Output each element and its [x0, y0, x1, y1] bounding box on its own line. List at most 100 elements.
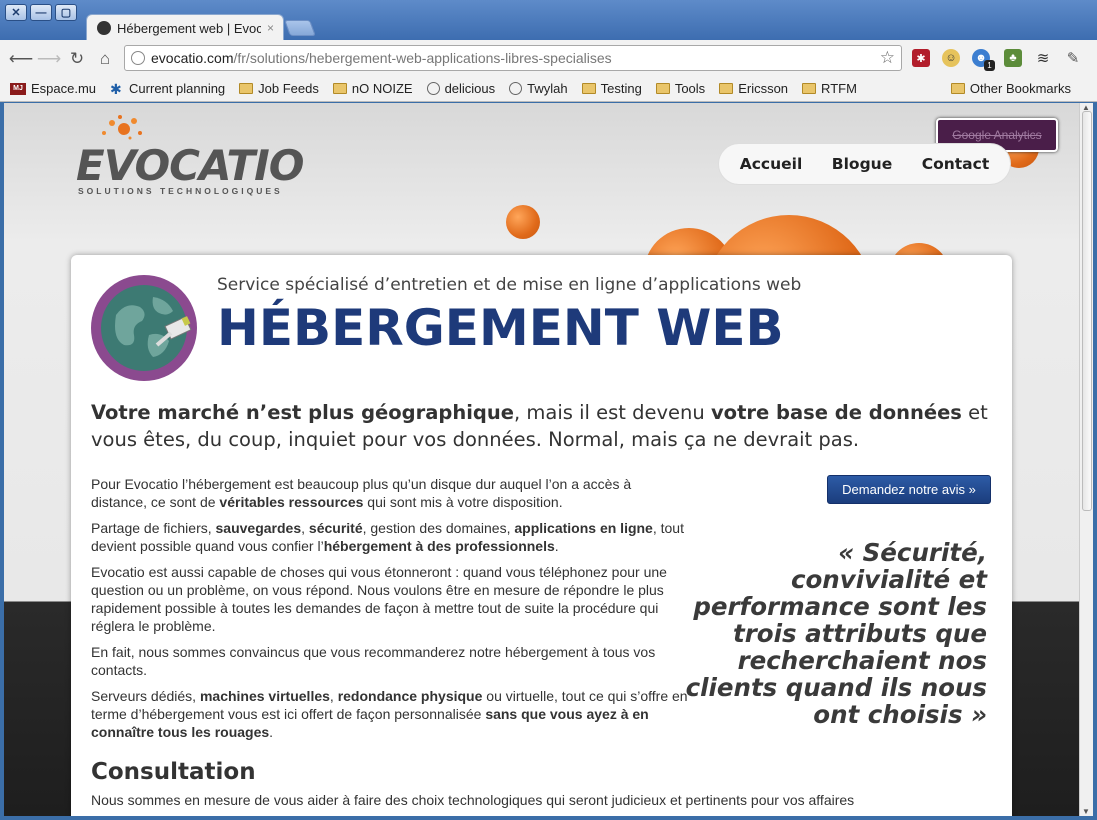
bookmark-espace[interactable]: MJ Espace.mu [10, 81, 96, 96]
lead-bold: Votre marché n’est plus géographique [91, 401, 514, 424]
bookmark-star-icon[interactable]: ☆ [880, 48, 895, 68]
text: qui sont mis à votre disposition. [363, 494, 563, 510]
bookmark-label: Job Feeds [258, 81, 319, 96]
bookmark-label: Ericsson [738, 81, 789, 96]
bookmark-label: nO NOIZE [351, 81, 413, 96]
page-viewport: EVOCATIO SOLUTIONS TECHNOLOGIQUES Google… [4, 103, 1079, 816]
bookmark-delicious[interactable]: delicious [426, 81, 496, 96]
bookmark-rtfm[interactable]: RTFM [802, 81, 857, 96]
nav-accueil[interactable]: Accueil [740, 155, 803, 173]
lead-bold: votre base de données [710, 401, 962, 424]
bookmarks-bar: MJ Espace.mu ✱ Current planning Job Feeds … [0, 76, 1097, 102]
pull-quote: « Sécurité, convivialité et performance … [685, 538, 987, 729]
window-close-button[interactable]: ✕ [5, 4, 27, 21]
other-bookmarks[interactable]: Other Bookmarks [950, 81, 1071, 96]
site-logo[interactable]: EVOCATIO SOLUTIONS TECHNOLOGIQUES [76, 115, 304, 196]
bold-text: redondance physique [337, 688, 483, 704]
bookmark-testing[interactable]: Testing [581, 81, 642, 96]
text: , [301, 520, 309, 536]
scroll-down-icon[interactable]: ▼ [1082, 807, 1090, 816]
mj-icon: MJ [10, 82, 26, 95]
bookmark-label: Current planning [129, 81, 226, 96]
text: , [329, 688, 338, 704]
bookmark-current-planning[interactable]: ✱ Current planning [110, 81, 225, 96]
text: . [269, 724, 274, 740]
page-subtitle: Service spécialisé d’entretien et de mis… [217, 275, 802, 295]
paragraph: Serveurs dédiés, machines virtuelles, re… [91, 687, 691, 741]
bold-text: sauvegardes [215, 520, 302, 536]
scroll-thumb[interactable] [1082, 111, 1092, 511]
bookmark-label: Espace.mu [31, 81, 97, 96]
decor-bubble [506, 205, 540, 239]
paragraph: En fait, nous sommes convaincus que vous… [91, 644, 656, 678]
bookmark-ericsson[interactable]: Ericsson [719, 81, 788, 96]
back-icon[interactable]: ⟵ [9, 48, 33, 70]
main-nav: Accueil Blogue Contact [718, 143, 1011, 185]
bookmark-label: RTFM [821, 81, 857, 96]
paragraph: Pour Evocatio l’hébergement est beaucoup… [91, 475, 691, 511]
nav-blogue[interactable]: Blogue [832, 155, 892, 173]
logo-sparks-icon [102, 115, 142, 140]
window-minimize-button[interactable]: — [30, 4, 52, 21]
browser-tab[interactable]: Hébergement web | Evocatio × [86, 14, 284, 41]
text: Partage de fichiers, [91, 520, 216, 536]
paragraph: Evocatio est aussi capable de choses qui… [91, 564, 667, 634]
bookmark-label: delicious [444, 81, 496, 96]
globe-icon [426, 82, 440, 95]
bookmark-tools[interactable]: Tools [655, 81, 706, 96]
page-title: HÉBERGEMENT WEB [217, 299, 784, 357]
title-bar: ✕ — ▢ Hébergement web | Evocatio × [0, 0, 1097, 41]
reload-icon[interactable]: ↻ [66, 48, 88, 70]
cookie-icon[interactable]: ☺ [942, 49, 960, 67]
text: , gestion des domaines, [362, 520, 515, 536]
content-card: Service spécialisé d’entretien et de mis… [71, 255, 1012, 816]
evernote-icon[interactable]: ♣ [1004, 49, 1022, 67]
lastpass-icon[interactable]: ✱ [912, 49, 930, 67]
wrench-icon[interactable]: ✎ [1064, 49, 1082, 67]
person-icon: ✱ [110, 80, 122, 97]
window-controls: ✕ — ▢ [5, 4, 77, 21]
ask-opinion-button[interactable]: Demandez notre avis » [827, 475, 991, 504]
section-title: Consultation [91, 759, 256, 785]
address-bar[interactable]: evocatio.com/fr/solutions/hebergement-we… [124, 45, 902, 71]
forward-icon[interactable]: ⟶ [37, 48, 61, 70]
bookmark-twylah[interactable]: Twylah [509, 81, 568, 96]
browser-toolbar: ⟵ ⟶ ↻ ⌂ evocatio.com/fr/solutions/heberg… [0, 40, 1097, 76]
bookmark-label: Testing [600, 81, 642, 96]
text: Serveurs dédiés, [91, 688, 200, 704]
page-scrollbar[interactable]: ▲ ▼ [1079, 103, 1093, 816]
folder-icon [332, 83, 347, 94]
bookmark-no-noize[interactable]: nO NOIZE [332, 81, 413, 96]
layers-icon[interactable]: ≋ [1034, 49, 1052, 67]
bookmark-label: Twylah [527, 81, 568, 96]
globe-network-icon [91, 275, 197, 381]
nav-contact[interactable]: Contact [922, 155, 990, 173]
section-text: Nous sommes en mesure de vous aider à fa… [91, 792, 855, 808]
body-text: Pour Evocatio l’hébergement est beaucoup… [91, 475, 691, 749]
folder-icon [239, 83, 254, 94]
bookmark-label: Tools [674, 81, 706, 96]
folder-icon [950, 83, 965, 94]
new-tab-button[interactable] [284, 20, 316, 36]
logo-wordmark: EVOCATIO [76, 141, 304, 190]
folder-icon [655, 83, 670, 94]
bookmark-job-feeds[interactable]: Job Feeds [239, 81, 319, 96]
extension-badge: 1 [984, 60, 995, 71]
url-host: evocatio.com [151, 50, 234, 66]
lead-text: , mais il est devenu [513, 401, 711, 424]
bold-text: véritables ressources [219, 494, 364, 510]
home-icon[interactable]: ⌂ [94, 48, 116, 70]
bold-text: applications en ligne [514, 520, 653, 536]
text: . [554, 538, 559, 554]
bold-text: sécurité [308, 520, 363, 536]
globe-icon [509, 82, 523, 95]
lead-paragraph: Votre marché n’est plus géographique, ma… [91, 399, 991, 453]
favicon-icon [97, 21, 111, 35]
bold-text: machines virtuelles [199, 688, 330, 704]
page-icon [131, 51, 145, 65]
bookmark-label: Other Bookmarks [969, 81, 1071, 96]
tab-close-icon[interactable]: × [267, 21, 274, 35]
folder-icon [719, 83, 734, 94]
bold-text: hébergement à des professionnels [323, 538, 555, 554]
window-maximize-button[interactable]: ▢ [55, 4, 77, 21]
